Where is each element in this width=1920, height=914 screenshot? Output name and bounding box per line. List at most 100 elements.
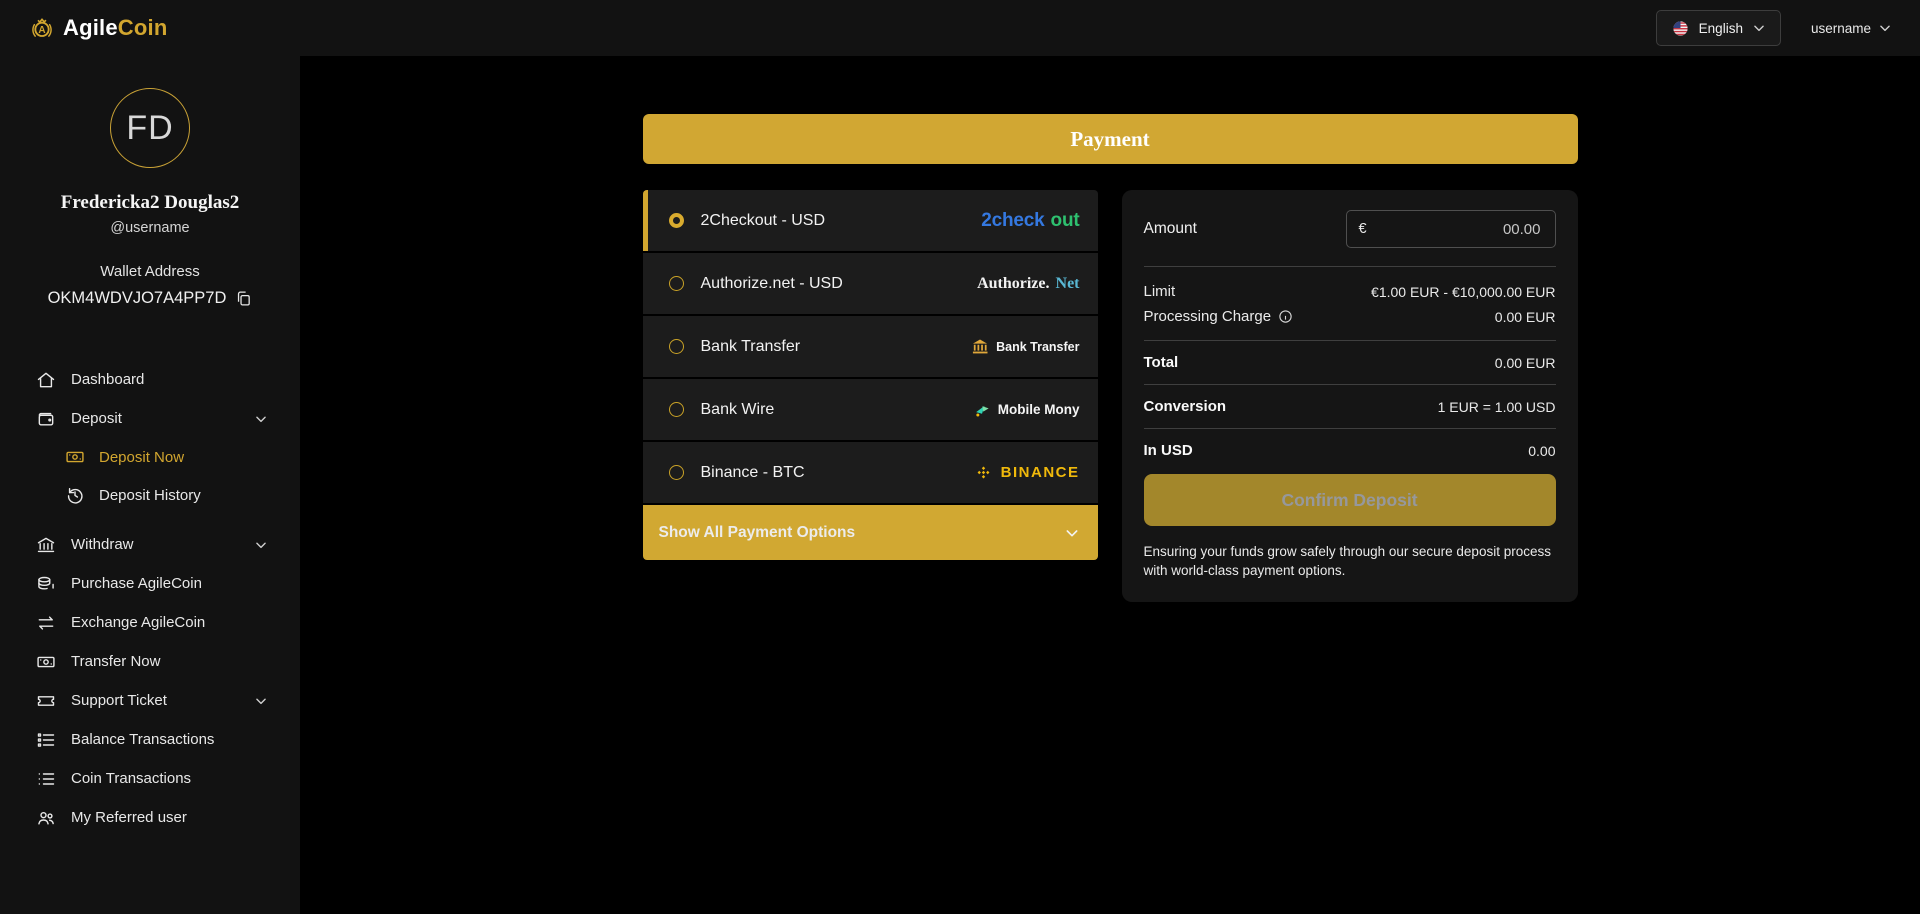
show-all-payment-options-button[interactable]: Show All Payment Options [642,505,1098,560]
bank-transfer-logo: Bank Transfer [970,337,1080,357]
chevron-down-icon [1880,25,1890,32]
sidebar-item-deposit[interactable]: Deposit [36,399,268,438]
payment-method-2checkout[interactable]: 2Checkout - USD 2check out [642,190,1098,251]
sidebar-item-label: Withdraw [71,536,134,553]
sidebar-item-deposit-history[interactable]: Deposit History [65,476,268,514]
chevron-down-icon [256,416,266,422]
payment-methods-list: 2Checkout - USD 2check out Authorize.net … [642,190,1098,505]
sidebar-item-label: Balance Transactions [71,731,215,748]
wallet-icon [38,412,54,426]
sidebar-item-balance-transactions[interactable]: Balance Transactions [36,720,268,759]
radio-icon[interactable] [668,339,684,354]
copy-icon[interactable] [235,290,252,307]
payment-method-label: Authorize.net - USD [700,274,843,292]
divider [1143,266,1556,267]
avatar: FD [110,88,190,168]
divider [1143,384,1556,385]
total-row: Total 0.00 EUR [1144,354,1556,371]
sidebar-item-label: Deposit Now [99,448,185,466]
main-content: Payment 2Checkout - USD 2check out Author… [300,56,1920,914]
sidebar-item-label: Exchange AgileCoin [71,614,206,631]
coins-icon [38,576,54,590]
amount-input-wrapper: € [1345,210,1556,248]
sidebar-item-label: Deposit History [99,486,201,504]
sidebar-item-deposit-now[interactable]: Deposit Now [65,438,268,476]
logo-text: BINANCE [1000,464,1080,481]
chevron-down-icon [256,698,266,704]
payment-method-authorize-net[interactable]: Authorize.net - USD Authorize. Net [642,253,1098,314]
svg-text:A: A [38,25,45,36]
logo-text: Net [1055,274,1080,292]
bank-gold-icon [973,339,988,353]
history-icon [67,488,83,504]
limit-label: Limit [1143,283,1176,300]
sidebar-item-label: My Referred user [71,809,187,826]
sidebar-item-dashboard[interactable]: Dashboard [36,360,268,399]
payment-method-label: Binance - BTC [700,463,805,481]
payment-title-bar: Payment [642,114,1578,164]
payment-method-label: Bank Wire [700,400,775,418]
payment-methods-panel: 2Checkout - USD 2check out Authorize.net … [642,190,1098,560]
mobile-mony-logo: Mobile Mony [972,400,1080,420]
2checkout-logo: 2check out [981,210,1079,232]
in-usd-label: In USD [1143,442,1193,459]
radio-icon[interactable] [668,276,684,291]
sidebar-item-coin-transactions[interactable]: Coin Transactions [36,759,268,798]
swap-icon [38,615,54,630]
payment-method-label: 2Checkout - USD [700,211,826,229]
binance-logo: BINANCE [975,464,1080,481]
amount-row: Amount € [1144,210,1556,248]
banknote-icon [37,656,55,667]
payment-method-label: Bank Transfer [700,337,801,355]
sidebar-nav: Dashboard Deposit Deposit Now Deposit Hi… [0,360,300,837]
in-usd-row: In USD 0.00 [1144,442,1556,459]
processing-charge-value: 0.00 EUR [1494,308,1556,325]
show-all-label: Show All Payment Options [658,523,856,541]
total-value: 0.00 EUR [1494,354,1556,371]
processing-charge-label: Processing Charge [1143,308,1272,325]
logo-text: Mobile Mony [997,402,1080,417]
wallet-address-value: OKM4WDVJO7A4PP7D [47,289,227,307]
amount-input[interactable] [1374,219,1543,239]
avatar-initials: FD [126,108,174,147]
sidebar-item-support-ticket[interactable]: Support Ticket [36,681,268,720]
bank-icon [37,537,55,552]
radio-icon[interactable] [668,402,684,417]
language-selector[interactable]: English [1655,10,1781,46]
logo-text: out [1050,209,1080,231]
in-usd-value: 0.00 [1528,442,1556,459]
deposit-note: Ensuring your funds grow safely through … [1143,544,1551,579]
payment-method-bank-transfer[interactable]: Bank Transfer Bank Transfer [642,316,1098,377]
divider [1143,340,1556,341]
radio-icon[interactable] [668,465,684,480]
wallet-address-label: Wallet Address [100,263,200,280]
list-check-icon [37,732,55,747]
payment-method-binance[interactable]: Binance - BTC BINANCE [642,442,1098,503]
topbar-right: English username [1655,10,1892,46]
chevron-down-icon [256,542,266,548]
sidebar-item-label: Deposit [71,410,122,427]
confirm-deposit-button[interactable]: Confirm Deposit [1143,474,1556,526]
radio-selected-icon[interactable] [668,213,684,228]
info-icon[interactable] [1278,309,1293,324]
brand-name: Agile Coin [63,15,167,41]
user-menu[interactable]: username [1811,21,1892,36]
payment-method-bank-wire[interactable]: Bank Wire Mobile Mony [642,379,1098,440]
sidebar-item-my-referred-user[interactable]: My Referred user [36,798,268,837]
sidebar-item-exchange-agilecoin[interactable]: Exchange AgileCoin [36,603,268,642]
sidebar-item-purchase-agilecoin[interactable]: Purchase AgileCoin [36,564,268,603]
sidebar-item-transfer-now[interactable]: Transfer Now [36,642,268,681]
payment-title: Payment [1070,126,1150,151]
sidebar-item-withdraw[interactable]: Withdraw [36,525,268,564]
processing-charge-row: Processing Charge 0.00 EUR [1144,308,1556,325]
limit-row: Limit €1.00 EUR - €10,000.00 EUR [1144,283,1556,300]
deposit-summary-card: Amount € Limit €1.00 EUR - €10,000.00 EU… [1121,190,1578,603]
divider [1143,428,1556,429]
brand-name-secondary: Coin [117,15,168,40]
conversion-value: 1 EUR = 1.00 USD [1437,398,1556,415]
ticket-icon [37,695,55,706]
brand-logo[interactable]: A Agile Coin [26,12,167,44]
conversion-label: Conversion [1143,398,1227,415]
mobile-mony-icon [975,405,989,416]
agilecoin-crest-icon: A [32,18,52,37]
